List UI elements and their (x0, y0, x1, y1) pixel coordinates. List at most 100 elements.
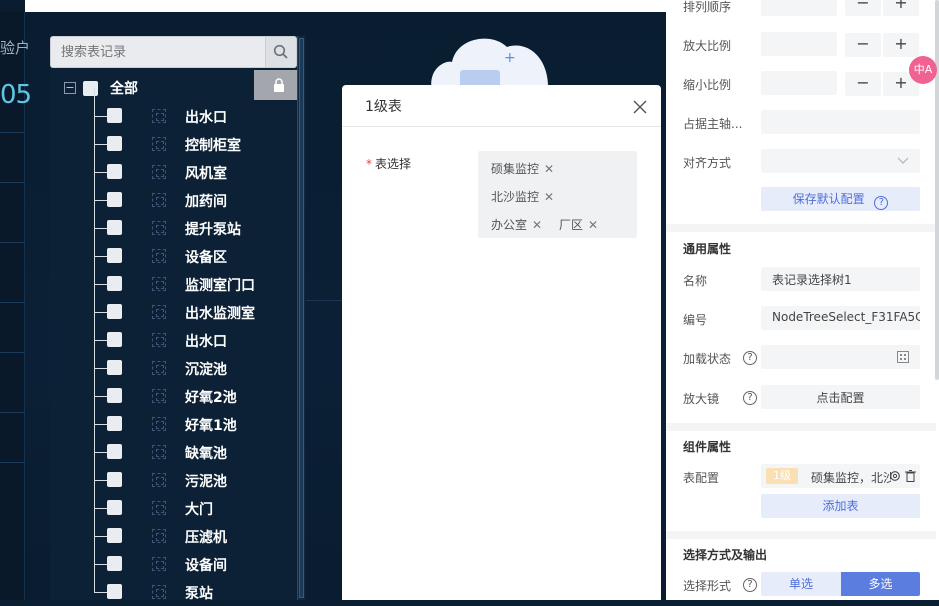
tree-connector (94, 200, 107, 201)
zoom-out-input[interactable] (761, 71, 837, 95)
id-input[interactable]: NodeTreeSelect_F31FA5CI (761, 306, 920, 330)
name-input[interactable]: 表记录选择树1 (761, 267, 920, 291)
tree-connector (94, 508, 95, 536)
magnifier-config-button[interactable]: 点击配置 (761, 385, 920, 409)
zoom-out-decrement-button[interactable]: − (845, 72, 881, 96)
tree-connector (94, 564, 107, 565)
tree-connector (94, 312, 95, 340)
table-config-label: 表配置 (683, 471, 720, 485)
tree-item[interactable]: 大门 (94, 480, 294, 522)
sort-order-decrement-button[interactable]: − (845, 0, 881, 16)
tag-remove-icon[interactable]: ✕ (588, 218, 598, 232)
tree-item-checkbox[interactable] (107, 500, 122, 515)
node-icon (152, 193, 166, 207)
scrollbar-thumb[interactable] (299, 38, 304, 598)
tree-connector (94, 340, 95, 368)
tree-item[interactable]: 加药间 (94, 172, 294, 214)
tree-item[interactable]: 泵站 (94, 564, 294, 606)
help-icon[interactable]: ? (743, 578, 757, 592)
gear-icon[interactable] (889, 470, 901, 482)
tree-item[interactable]: 出水监测室 (94, 284, 294, 326)
tree-item-checkbox[interactable] (107, 472, 122, 487)
tree-item[interactable]: 污泥池 (94, 452, 294, 494)
help-icon[interactable]: ? (743, 351, 757, 365)
tree-item[interactable]: 压滤机 (94, 508, 294, 550)
save-default-config-button[interactable]: 保存默认配置 ? (761, 187, 920, 211)
tree-item-checkbox[interactable] (107, 220, 122, 235)
tree-root-checkbox[interactable] (83, 80, 98, 96)
tree-item-checkbox[interactable] (107, 276, 122, 291)
node-icon (152, 501, 166, 515)
table-config-item[interactable]: 1级 硕集监控，北沙 (761, 464, 920, 488)
tree-item-label: 压滤机 (185, 530, 227, 546)
tree-connector (94, 396, 95, 424)
help-icon[interactable]: ? (743, 391, 757, 405)
tag-remove-icon[interactable]: ✕ (544, 162, 554, 176)
single-select-option[interactable]: 单选 (761, 572, 841, 596)
tree-connector (94, 228, 107, 229)
tag-remove-icon[interactable]: ✕ (544, 190, 554, 204)
tree-item[interactable]: 出水口 (94, 312, 294, 354)
tree-item[interactable]: 设备区 (94, 228, 294, 270)
tree-scrollbar[interactable] (297, 36, 305, 600)
close-icon[interactable] (630, 97, 650, 117)
tree-item-checkbox[interactable] (107, 192, 122, 207)
add-table-button[interactable]: 添加表 (761, 494, 920, 518)
background-label: 验户 (0, 39, 31, 57)
search-icon (273, 44, 288, 59)
main-axis-input[interactable] (761, 110, 920, 134)
tree-item-checkbox[interactable] (107, 444, 122, 459)
node-icon (152, 557, 166, 571)
search-input[interactable] (50, 36, 269, 68)
tree-item-checkbox[interactable] (107, 248, 122, 263)
tree-item-checkbox[interactable] (107, 136, 122, 151)
tree-item[interactable]: 好氧1池 (94, 396, 294, 438)
tree-item[interactable]: 提升泵站 (94, 200, 294, 242)
loading-state-input[interactable] (761, 345, 920, 369)
sort-order-increment-button[interactable]: + (883, 0, 919, 16)
tree-connector (94, 480, 95, 508)
align-select[interactable] (761, 149, 920, 173)
tree-item[interactable]: 缺氧池 (94, 424, 294, 466)
tree-item[interactable]: 控制柜室 (94, 116, 294, 158)
properties-scrollbar[interactable] (935, 0, 939, 380)
delete-icon[interactable] (905, 470, 916, 482)
zoom-in-decrement-button[interactable]: − (845, 33, 881, 57)
tree-item-checkbox[interactable] (107, 416, 122, 431)
translate-button[interactable]: 中A (909, 56, 937, 84)
tree-item-checkbox[interactable] (107, 528, 122, 543)
tree-item-checkbox[interactable] (107, 388, 122, 403)
tree-item[interactable]: 好氧2池 (94, 368, 294, 410)
search-button[interactable] (265, 36, 297, 68)
table-config-value: 硕集监控，北沙 (811, 471, 891, 485)
tree-item[interactable]: 沉淀池 (94, 340, 294, 382)
tree-item[interactable]: 监测室门口 (94, 256, 294, 298)
node-icon (152, 473, 166, 487)
tree-item-checkbox[interactable] (107, 164, 122, 179)
tree-item-checkbox[interactable] (107, 304, 122, 319)
tree-item-checkbox[interactable] (107, 556, 122, 571)
sort-order-input[interactable] (761, 0, 837, 16)
node-icon (152, 165, 166, 179)
tree-item-label: 缺氧池 (185, 446, 227, 462)
tree-item[interactable]: 风机室 (94, 144, 294, 186)
node-icon (152, 109, 166, 123)
zoom-out-label: 缩小比例 (683, 78, 732, 92)
collapse-icon[interactable]: − (64, 82, 76, 94)
tree-item[interactable]: 设备间 (94, 536, 294, 578)
table-select-field[interactable]: 硕集监控 ✕ 北沙监控 ✕ 办公室 ✕ 厂区 ✕ (478, 151, 637, 238)
zoom-in-increment-button[interactable]: + (883, 33, 919, 57)
tree-item[interactable]: 出水口 (94, 88, 294, 130)
node-icon (152, 249, 166, 263)
tree-item-checkbox[interactable] (107, 584, 122, 599)
help-icon[interactable]: ? (874, 196, 889, 210)
tree-item-checkbox[interactable] (107, 360, 122, 375)
tree-root[interactable]: − 全部 (64, 74, 138, 102)
zoom-in-input[interactable] (761, 32, 837, 56)
multi-select-option[interactable]: 多选 (841, 572, 920, 596)
tree-item-checkbox[interactable] (107, 332, 122, 347)
tag: 硕集监控 ✕ (491, 160, 554, 177)
tree-item-checkbox[interactable] (107, 108, 122, 123)
tag-remove-icon[interactable]: ✕ (532, 218, 542, 232)
tree-connector (94, 144, 95, 172)
